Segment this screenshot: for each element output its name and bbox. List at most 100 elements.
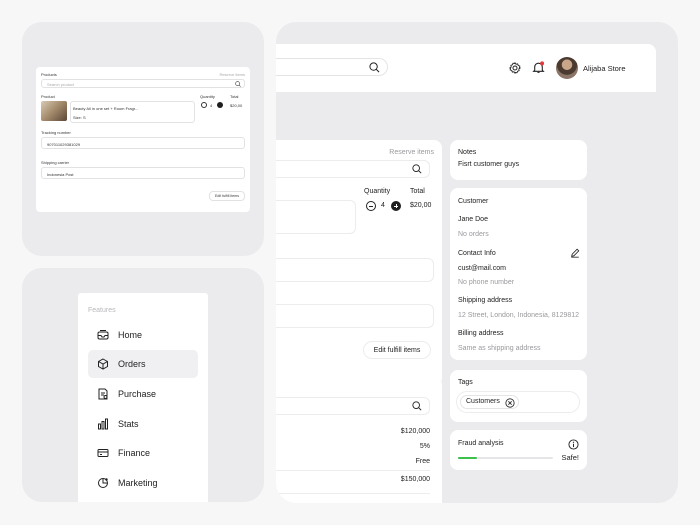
product-name: Beauty All in one set + Room Fragr... [73,106,139,111]
fraud-analysis-title: Fraud analysis [458,440,504,447]
sidebar-item-stats[interactable]: Stats [88,410,198,438]
total-col-label: Total [410,188,425,195]
reserve-items-link[interactable]: Reserve items [219,72,245,77]
sidebar-heading: Features [88,307,116,314]
close-icon[interactable] [505,397,515,408]
customer-title: Customer [458,198,489,205]
search-icon[interactable] [412,164,422,174]
edit-fulfill-items-button[interactable]: Edit fulfill items [363,341,431,359]
card-icon [97,449,109,457]
billing-address-value: Same as shipping address [458,345,541,352]
sidebar: Features Home Orders Purchase Stats Fina… [78,293,208,502]
tracking-number-input[interactable] [276,258,434,282]
tracking-number-value: 907011029381029 [47,141,81,147]
notes-title: Notes [458,149,477,156]
shipping-address-title: Shipping address [458,297,513,304]
total-value: $20,00 [410,202,432,209]
sidebar-item-orders[interactable]: Orders [88,350,198,378]
decrease-quantity-button[interactable] [366,201,376,211]
quantity-value: 4 [210,103,213,108]
top-header: Alijaba Store [276,44,656,92]
customer-orders: No orders [458,231,489,238]
shipping-address-value: 12 Street, London, Indonesia, 8129812 [458,312,580,319]
order-items-card: Reserve items Quantity Total 4 $20,00 Ed… [276,140,442,386]
summary-search-input[interactable] [276,397,430,415]
product-thumbnail [41,101,67,121]
contact-info-title: Contact Info [458,250,496,257]
shipping-carrier-value: Indonesia Post [47,171,74,177]
sidebar-item-label: Purchase [118,389,157,399]
fraud-status: Safe! [561,453,579,462]
product-row[interactable]: Beauty All in one set + Room Fragr... Si… [70,101,195,123]
sidebar-item-label: Orders [118,359,146,369]
search-icon[interactable] [412,401,422,411]
bell-icon[interactable] [532,61,545,74]
fraud-analysis-card: Fraud analysis Safe! [450,430,587,470]
billing-address-title: Billing address [458,330,504,337]
inbox-icon [97,330,109,340]
product-size: Size: S [73,115,86,120]
shipping-value: Free [415,458,430,465]
shipping-carrier-input[interactable] [276,304,434,328]
product-col-label: Product [41,94,55,99]
tags-card: Tags Customers [450,370,587,422]
search-icon[interactable] [369,62,380,73]
sidebar-item-label: Stats [118,419,139,429]
sidebar-item-label: Finance [118,448,151,458]
total-col-label: Total [230,94,239,99]
increase-quantity-button[interactable] [217,102,223,108]
search-placeholder: Search product [47,82,75,87]
tags-title: Tags [458,379,473,386]
gear-icon[interactable] [509,62,521,74]
decrease-quantity-button[interactable] [201,102,207,108]
tags-input[interactable]: Customers [456,391,580,413]
notes-text: Fisrt customer guys [458,161,520,168]
fulfill-card: Products Reserve items Search product Pr… [36,67,250,212]
fulfill-preview-panel: Products Reserve items Search product Pr… [22,22,264,256]
carrier-label: Shipping carrier [41,160,70,165]
reserve-items-link[interactable]: Reserve items [389,149,434,156]
customer-phone: No phone number [458,279,515,286]
order-details-panel: Alijaba Store Reserve items Quantity Tot… [276,22,678,503]
products-label: Products [41,72,57,77]
customer-card: Customer Jane Doe No orders Contact Info… [450,188,587,360]
customer-email[interactable]: cust@mail.com [458,265,506,272]
sidebar-item-label: Marketing [118,478,158,488]
sidebar-item-marketing[interactable]: Marketing [88,469,198,497]
edit-icon[interactable] [570,248,580,258]
subtotal-value: $120,000 [400,428,430,435]
global-search-input[interactable] [276,58,388,76]
tracking-number-input[interactable]: 907011029381029 [41,137,245,149]
box-icon [98,358,108,370]
megaphone-icon [98,478,108,488]
divider [276,493,430,494]
tag-chip[interactable]: Customers [460,395,519,409]
receipt-icon [98,388,108,400]
sidebar-preview-panel: Features Home Orders Purchase Stats Fina… [22,268,264,502]
total-amount-value: $150,000 [400,476,430,483]
search-icon[interactable] [235,81,241,87]
tax-value: 5% [419,443,430,450]
tag-label: Customers [466,398,500,405]
increase-quantity-button[interactable] [391,201,401,211]
customer-name[interactable]: Jane Doe [458,216,488,223]
notes-card: Notes Fisrt customer guys [450,140,587,180]
total-value: $20,00 [230,103,243,108]
info-icon[interactable] [568,439,579,450]
product-row[interactable] [276,200,356,234]
quantity-value: 4 [381,202,385,209]
sidebar-item-purchase[interactable]: Purchase [88,380,198,408]
quantity-col-label: Quantity [364,188,391,195]
bar-chart-icon [98,418,108,430]
payment-summary-card: $120,000 5% Free $150,000 [276,377,442,503]
sidebar-item-finance[interactable]: Finance [88,439,198,467]
shipping-carrier-input[interactable]: Indonesia Post [41,167,245,179]
store-name[interactable]: Alijaba Store [583,64,626,73]
fraud-level-fill [458,457,477,459]
product-search-input[interactable]: Search product [41,79,245,88]
sidebar-item-home[interactable]: Home [88,321,198,349]
avatar[interactable] [556,57,578,79]
divider [276,470,430,471]
product-search-input[interactable] [276,160,430,178]
edit-fulfill-items-button[interactable]: Edit fulfill items [209,191,245,201]
